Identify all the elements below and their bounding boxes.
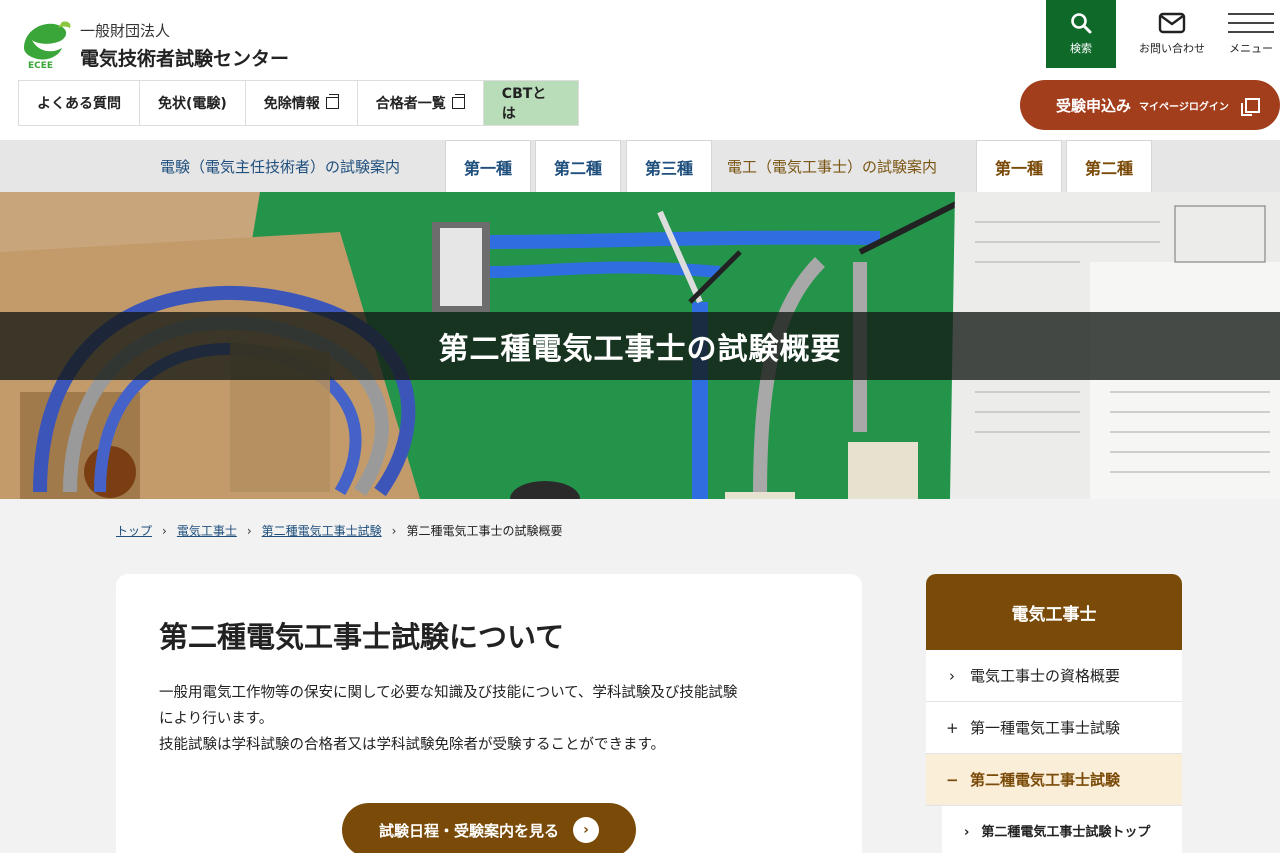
exam-category-bar: 電験（電気主任技術者）の試験案内 第一種 第二種 第三種 電工（電気工事士）の試… xyxy=(0,140,1280,192)
desc-line-1: 一般用電気工作物等の保安に関して必要な知識及び技能について、学科試験及び技能試験 xyxy=(159,685,738,701)
sidebar-item-second-class[interactable]: − 第二種電気工事士試験 xyxy=(926,754,1182,806)
denko-guide-label[interactable]: 電工（電気工事士）の試験案内 xyxy=(727,140,937,192)
sidebar-item-label: 電気工事士の資格概要 xyxy=(970,667,1121,685)
search-button[interactable]: 検索 xyxy=(1046,0,1116,68)
nav-passers[interactable]: 合格者一覧 xyxy=(356,81,483,125)
schedule-guide-button[interactable]: 試験日程・受験案内を見る › xyxy=(342,803,636,853)
minus-icon: − xyxy=(946,770,959,789)
sidebar-item-label: 第一種電気工事士試験 xyxy=(970,719,1121,737)
sidebar-subitem-label: 第二種電気工事士試験トップ xyxy=(981,824,1151,840)
external-link-icon xyxy=(1240,97,1260,116)
breadcrumb-separator: › xyxy=(162,523,167,538)
tab-denken-2[interactable]: 第二種 xyxy=(535,140,621,192)
sidebar: 電気工事士 › 電気工事士の資格概要 + 第一種電気工事士試験 − 第二種電気工… xyxy=(926,574,1182,853)
sidebar-title: 電気工事士 xyxy=(926,574,1182,650)
nav-exemption[interactable]: 免除情報 xyxy=(244,81,357,125)
nav-exemption-label: 免除情報 xyxy=(263,96,320,112)
main-content-card: 第二種電気工事士試験について 一般用電気工作物等の保安に関して必要な知識及び技能… xyxy=(116,574,862,853)
sidebar-subitem-second-class-top[interactable]: › 第二種電気工事士試験トップ xyxy=(942,806,1182,853)
sidebar-item-first-class[interactable]: + 第一種電気工事士試験 xyxy=(926,702,1182,754)
search-icon xyxy=(1071,13,1092,34)
page-title: 第二種電気工事士の試験概要 xyxy=(438,332,842,367)
nav-faq-label: よくある質問 xyxy=(37,96,121,112)
breadcrumb-separator: › xyxy=(246,523,252,538)
nav-faq[interactable]: よくある質問 xyxy=(18,81,139,125)
hamburger-icon xyxy=(1228,12,1274,34)
search-label: 検索 xyxy=(1070,42,1092,55)
contact-button[interactable]: お問い合わせ xyxy=(1130,0,1214,68)
hero-title-band: 第二種電気工事士の試験概要 xyxy=(0,312,1280,380)
desc-line-3: 技能試験は学科試験の合格者又は学科試験免除者が受験することができます。 xyxy=(159,737,666,753)
apply-label: 受験申込み xyxy=(1056,96,1132,115)
tab-denko-1[interactable]: 第一種 xyxy=(976,140,1062,192)
breadcrumb-second-class-exam[interactable]: 第二種電気工事士試験 xyxy=(262,522,382,539)
nav-cbt-label: CBTとは xyxy=(501,86,547,122)
breadcrumb: トップ › 電気工事士 › 第二種電気工事士試験 › 第二種電気工事士の試験概要 xyxy=(116,522,563,539)
tab-denken-1[interactable]: 第一種 xyxy=(445,140,531,192)
apply-button[interactable]: 受験申込み マイページログイン xyxy=(1020,80,1280,130)
section-heading: 第二種電気工事士試験について xyxy=(159,620,565,654)
breadcrumb-top[interactable]: トップ xyxy=(116,522,152,539)
chevron-right-icon: › xyxy=(949,666,955,685)
mypage-label: マイページログイン xyxy=(1139,101,1229,113)
tab-denken-3[interactable]: 第三種 xyxy=(626,140,712,192)
sidebar-item-overview[interactable]: › 電気工事士の資格概要 xyxy=(926,650,1182,702)
tab-denko-2[interactable]: 第二種 xyxy=(1066,140,1152,192)
nav-license-label: 免状(電験) xyxy=(158,96,227,112)
plus-icon: + xyxy=(946,718,959,737)
denken-guide-label[interactable]: 電験（電気主任技術者）の試験案内 xyxy=(160,140,400,192)
menu-label: メニュー xyxy=(1229,42,1273,55)
external-link-icon xyxy=(325,94,339,109)
org-type: 一般財団法人 xyxy=(80,22,171,40)
schedule-guide-label: 試験日程・受験案内を見る xyxy=(378,821,559,840)
org-name[interactable]: 電気技術者試験センター xyxy=(80,44,289,71)
nav-passers-label: 合格者一覧 xyxy=(375,96,446,112)
desc-line-2: により行います。 xyxy=(159,711,274,727)
breadcrumb-denkikoujishi[interactable]: 電気工事士 xyxy=(177,522,237,539)
ecee-logo[interactable]: ECEE xyxy=(18,18,76,71)
breadcrumb-separator: › xyxy=(391,523,397,538)
hero-banner: 第二種電気工事士の試験概要 xyxy=(0,192,1280,499)
menu-button[interactable]: メニュー xyxy=(1222,0,1280,68)
site-header: ECEE 一般財団法人 電気技術者試験センター よくある質問 免状(電験) 免除… xyxy=(0,0,1280,140)
mail-icon xyxy=(1158,12,1186,34)
arrow-right-icon: › xyxy=(573,817,599,843)
sidebar-item-label: 第二種電気工事士試験 xyxy=(970,771,1121,789)
chevron-right-icon: › xyxy=(964,824,970,840)
nav-license[interactable]: 免状(電験) xyxy=(139,81,245,125)
top-nav: よくある質問 免状(電験) 免除情報 合格者一覧 CBTとは xyxy=(18,80,579,126)
contact-label: お問い合わせ xyxy=(1139,42,1205,55)
logo-text: ECEE xyxy=(28,61,53,70)
nav-cbt[interactable]: CBTとは xyxy=(482,81,579,125)
breadcrumb-current: 第二種電気工事士の試験概要 xyxy=(406,524,563,538)
external-link-icon xyxy=(451,94,465,109)
section-description: 一般用電気工作物等の保安に関して必要な知識及び技能について、学科試験及び技能試験… xyxy=(159,680,829,758)
